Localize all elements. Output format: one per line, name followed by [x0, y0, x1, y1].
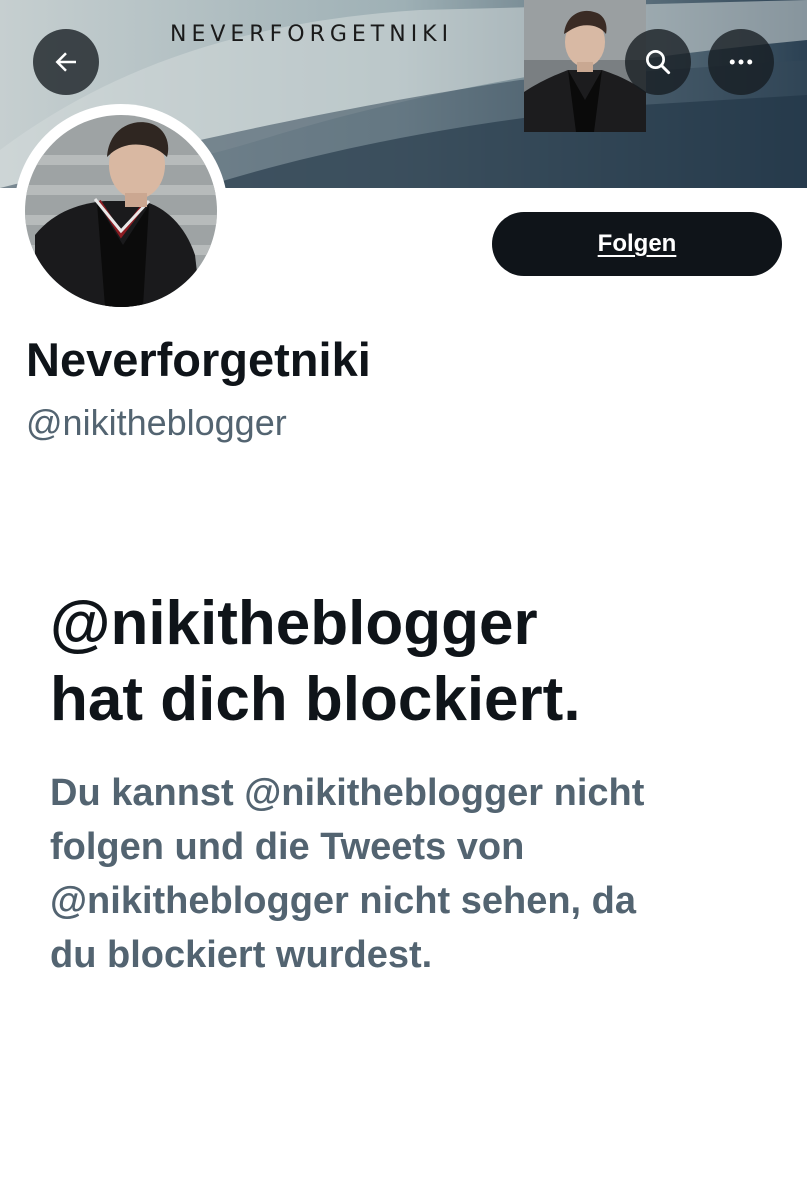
blocked-message: Du kannst @nikitheblogger nicht folgen u…	[50, 766, 770, 982]
user-handle: @nikitheblogger	[26, 402, 287, 443]
blocked-message-line: Du kannst @nikitheblogger nicht	[50, 772, 645, 814]
banner-title: NEVERFORGETNIKI	[170, 22, 454, 47]
more-button[interactable]	[708, 29, 774, 95]
more-horizontal-icon	[729, 59, 753, 65]
blocked-message-line: folgen und die Tweets von	[50, 826, 525, 868]
blocked-title-line: hat dich blockiert.	[50, 665, 581, 734]
back-button[interactable]	[33, 29, 99, 95]
follow-button[interactable]: Folgen	[492, 212, 782, 276]
blocked-message-line: du blockiert wurdest.	[50, 934, 433, 976]
blocked-title: @nikitheblogger hat dich blockiert.	[50, 586, 770, 738]
blocked-message-line: @nikitheblogger nicht sehen, da	[50, 880, 637, 922]
display-name: Neverforgetniki	[26, 333, 371, 386]
blocked-title-line: @nikitheblogger	[50, 589, 538, 658]
search-button[interactable]	[625, 29, 691, 95]
search-icon	[646, 50, 671, 75]
arrow-left-icon	[55, 52, 76, 72]
profile-page: NEVERFORGETNIKI Folgen Neverforgetniki @…	[0, 0, 807, 1200]
avatar[interactable]	[25, 115, 217, 307]
